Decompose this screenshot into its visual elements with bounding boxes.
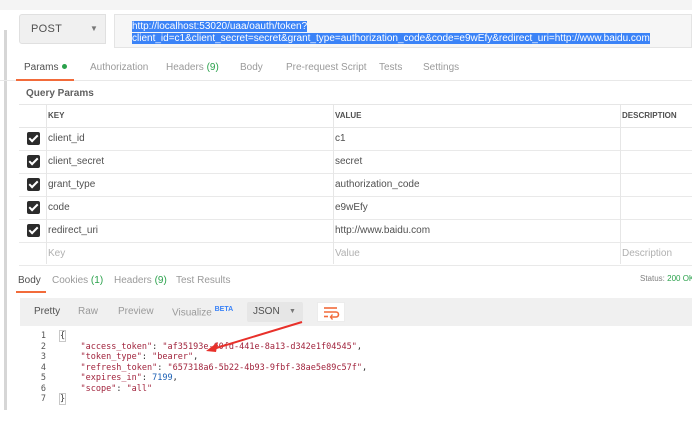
tab-cookies-label: Cookies: [52, 275, 89, 286]
param-value[interactable]: http://www.baidu.com: [335, 225, 430, 236]
wrap-lines-button[interactable]: [317, 302, 345, 322]
active-tab-indicator: [16, 79, 74, 81]
view-preview-button[interactable]: Preview: [118, 306, 154, 317]
line-number: 4: [40, 362, 46, 373]
chevron-down-icon: ▼: [289, 308, 296, 315]
tab-response-headers-count: (9): [154, 275, 167, 286]
table-row: code e9wEfy: [19, 197, 692, 220]
line-number: 1: [40, 331, 46, 341]
tab-headers[interactable]: Headers (9): [166, 62, 219, 73]
param-value[interactable]: secret: [335, 156, 362, 167]
url-input[interactable]: http://localhost:53020/uaa/oauth/token? …: [114, 14, 692, 48]
params-active-dot: [62, 64, 68, 69]
tab-authorization[interactable]: Authorization: [90, 62, 148, 73]
tab-response-headers[interactable]: Headers (9): [114, 275, 167, 286]
request-bar: POST ▼ http://localhost:53020/uaa/oauth/…: [19, 14, 692, 50]
param-key[interactable]: redirect_uri: [48, 225, 98, 236]
param-value[interactable]: c1: [335, 133, 346, 144]
param-key[interactable]: client_secret: [48, 156, 104, 167]
status-value: 200 OK: [667, 274, 692, 283]
tab-tests[interactable]: Tests: [379, 62, 402, 73]
wrap-lines-icon: [324, 307, 340, 320]
line-number: 5: [40, 373, 46, 383]
chevron-down-icon: ▼: [90, 24, 98, 33]
new-key-input[interactable]: Key: [48, 248, 65, 259]
line-number: 3: [40, 352, 46, 362]
param-key[interactable]: grant_type: [48, 179, 95, 190]
code-text: "expires_in": 7199,: [80, 373, 178, 383]
request-tabs: Params Authorization Headers (9) Body Pr…: [0, 58, 692, 81]
tab-body[interactable]: Body: [240, 62, 263, 73]
table-row: redirect_uri http://www.baidu.com: [19, 220, 692, 243]
checkbox-checked-icon[interactable]: [27, 155, 40, 168]
method-select[interactable]: POST ▼: [19, 14, 106, 44]
column-divider: [333, 104, 334, 264]
table-row: grant_type authorization_code: [19, 174, 692, 197]
query-params-table: KEY VALUE DESCRIPTION client_id c1 clien…: [19, 104, 692, 266]
line-number: 2: [40, 341, 46, 352]
param-key[interactable]: code: [48, 202, 70, 213]
checkbox-checked-icon[interactable]: [27, 178, 40, 191]
column-divider: [46, 104, 47, 264]
table-row-new: Key Value Description: [19, 243, 692, 266]
new-value-input[interactable]: Value: [335, 248, 360, 259]
tab-pre-request-script[interactable]: Pre-request Script: [286, 62, 367, 73]
format-label: JSON: [253, 306, 280, 317]
url-line-2: client_id=c1&client_secret=secret&grant_…: [132, 33, 650, 44]
checkbox-checked-icon[interactable]: [27, 132, 40, 145]
query-params-title: Query Params: [26, 88, 94, 99]
format-select[interactable]: JSON ▼: [247, 302, 303, 322]
visualize-label: Visualize: [172, 307, 212, 319]
tab-response-body[interactable]: Body: [18, 275, 41, 286]
tab-headers-count: (9): [206, 62, 219, 73]
status-label: Status:: [640, 274, 665, 283]
param-value[interactable]: e9wEfy: [335, 202, 368, 213]
left-scroll-track[interactable]: [4, 30, 7, 410]
code-text: "access_token": "af35193e-60fd-441e-8a13…: [80, 341, 362, 352]
checkbox-checked-icon[interactable]: [27, 201, 40, 214]
status-badge: Status: 200 OK: [640, 274, 692, 283]
param-value[interactable]: authorization_code: [335, 179, 420, 190]
tab-response-headers-label: Headers: [114, 275, 152, 286]
beta-badge: BETA: [214, 306, 234, 313]
code-text: "refresh_token": "657318a6-5b22-4b93-9fb…: [80, 362, 368, 373]
url-text: http://localhost:53020/uaa/oauth/token? …: [132, 21, 650, 45]
tab-params-label: Params: [24, 62, 59, 73]
response-tabs: Body Cookies (1) Headers (9) Test Result…: [0, 270, 692, 292]
view-raw-button[interactable]: Raw: [78, 306, 98, 317]
view-visualize-button[interactable]: Visualize BETA: [172, 306, 233, 318]
response-toolbar: Pretty Raw Preview Visualize BETA JSON ▼: [20, 298, 692, 326]
code-text: {: [58, 330, 67, 342]
code-text: "scope": "all": [80, 383, 153, 394]
tab-cookies-count: (1): [90, 275, 104, 286]
tab-params[interactable]: Params: [24, 62, 68, 73]
method-label: POST: [31, 23, 63, 35]
line-number: 6: [40, 383, 46, 394]
column-key: KEY: [48, 111, 65, 120]
new-description-input[interactable]: Description: [622, 248, 672, 259]
code-text: }: [58, 393, 67, 405]
url-line-1: http://localhost:53020/uaa/oauth/token?: [132, 21, 308, 32]
top-strip: [0, 0, 692, 10]
column-description: DESCRIPTION: [622, 111, 677, 120]
tab-headers-label: Headers: [166, 62, 204, 73]
view-pretty-button[interactable]: Pretty: [34, 306, 60, 317]
tab-settings[interactable]: Settings: [423, 62, 459, 73]
table-row: client_secret secret: [19, 151, 692, 174]
checkbox-checked-icon[interactable]: [27, 224, 40, 237]
line-number: 7: [40, 394, 46, 404]
table-header: KEY VALUE DESCRIPTION: [19, 104, 692, 128]
table-row: client_id c1: [19, 128, 692, 151]
column-divider: [620, 104, 621, 264]
param-key[interactable]: client_id: [48, 133, 85, 144]
response-code-view[interactable]: 1 {2 "access_token": "af35193e-60fd-441e-…: [20, 330, 692, 410]
active-response-tab-indicator: [16, 291, 46, 293]
tab-test-results[interactable]: Test Results: [176, 275, 230, 286]
tab-cookies[interactable]: Cookies (1): [52, 275, 103, 286]
column-value: VALUE: [335, 111, 362, 120]
code-text: "token_type": "bearer",: [80, 352, 199, 362]
